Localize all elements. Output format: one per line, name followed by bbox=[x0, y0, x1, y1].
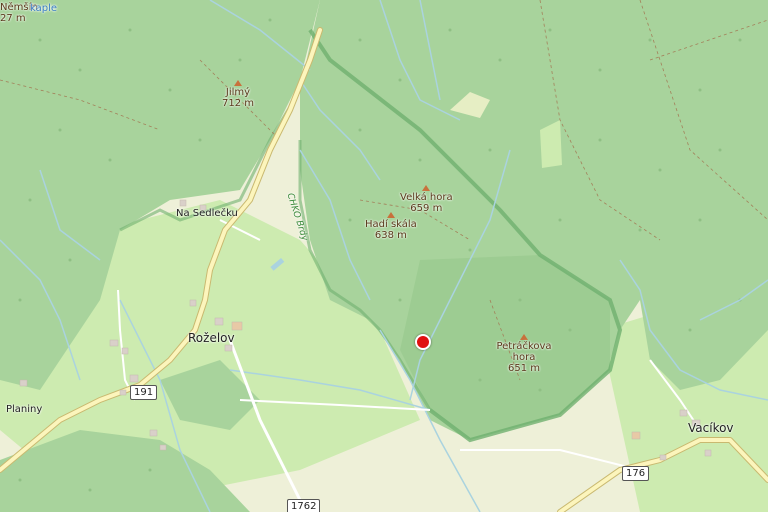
map-canvas bbox=[0, 0, 768, 512]
place-planiny: Planiny bbox=[6, 404, 43, 415]
place-vacikov: Vacíkov bbox=[688, 421, 734, 435]
place-na-sedlecku: Na Sedlečku bbox=[176, 208, 238, 219]
location-marker[interactable] bbox=[415, 334, 431, 350]
peak-hadi-skala: Hadí skála 638 m bbox=[365, 212, 417, 241]
kaple-label: kaple bbox=[30, 3, 58, 14]
peak-velka-hora: Velká hora 659 m bbox=[400, 185, 453, 214]
peak-petrackova-hora: Petráčkova hora 651 m bbox=[494, 334, 554, 374]
peak-icon bbox=[520, 334, 528, 340]
map-viewport[interactable]: Němšín 27 m kaple Jilmý 712 m Velká hora 65… bbox=[0, 0, 768, 512]
peak-icon bbox=[386, 212, 395, 218]
peak-jilmy: Jilmý 712 m bbox=[222, 80, 254, 109]
road-shield-1762: 1762 bbox=[287, 499, 321, 512]
place-rozelov: Roželov bbox=[188, 331, 235, 345]
peak-icon bbox=[422, 185, 431, 191]
road-shield-176: 176 bbox=[622, 466, 650, 481]
road-shield-191: 191 bbox=[130, 385, 158, 400]
peak-icon bbox=[234, 80, 242, 86]
